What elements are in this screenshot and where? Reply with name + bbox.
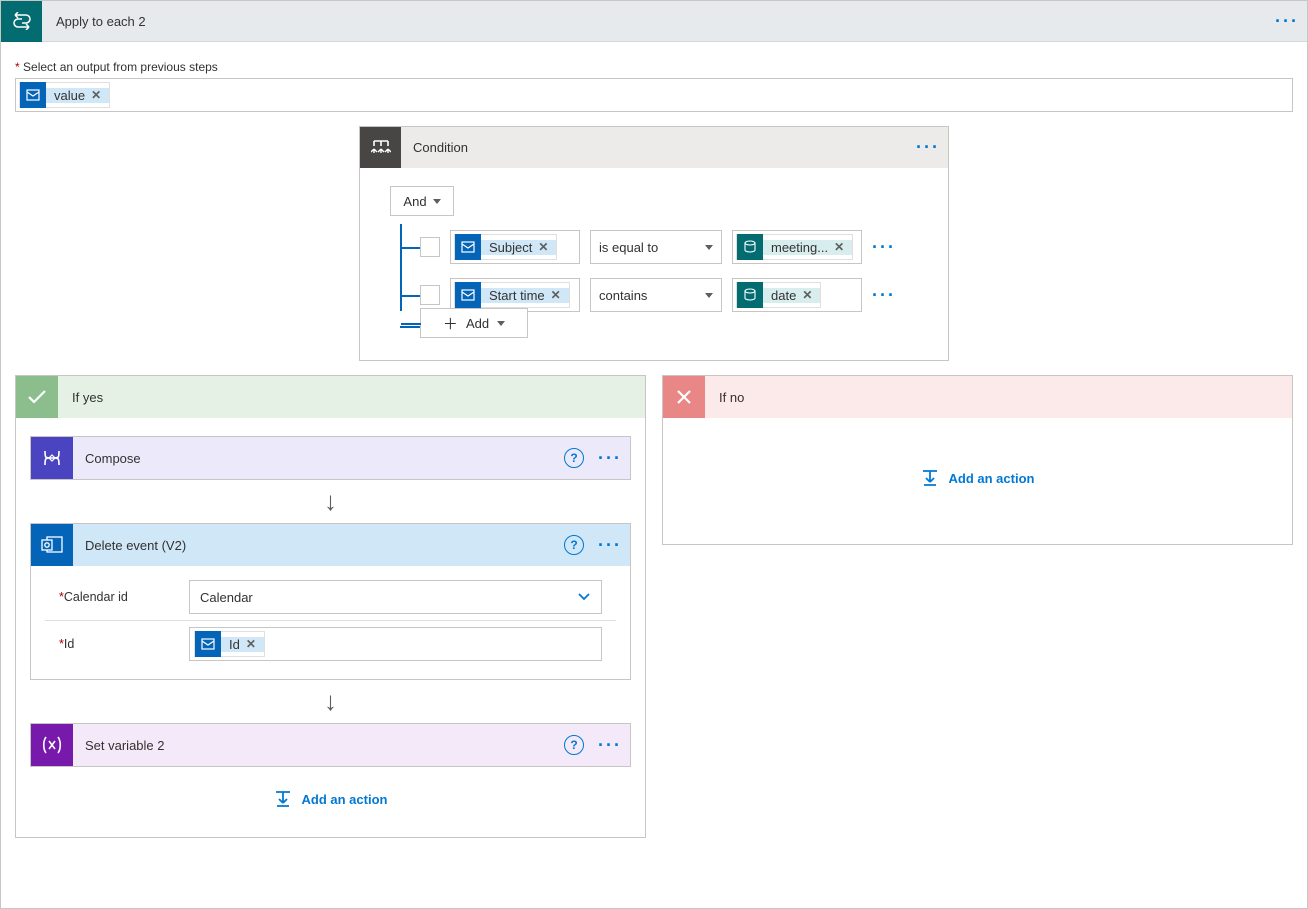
remove-token-icon[interactable]: ✕ [91,88,101,102]
meeting-token[interactable]: meeting...✕ [736,234,853,260]
add-action-icon [921,468,939,488]
outlook-icon [455,234,481,260]
remove-token-icon[interactable]: ✕ [834,240,844,254]
add-action-no-button[interactable]: Add an action [921,468,1035,488]
row-more-button[interactable]: ··· [872,285,896,306]
remove-token-icon[interactable]: ✕ [802,288,812,302]
condition-group-operator[interactable]: And [390,186,454,216]
if-yes-header: If yes [16,376,645,418]
chevron-down-icon [705,245,713,250]
value-token[interactable]: value ✕ [19,82,110,108]
compose-action[interactable]: Compose ? ··· [30,436,631,480]
calendar-id-param: *Calendar id Calendar [45,574,616,620]
condition-tree-line [400,224,402,311]
date-token[interactable]: date✕ [736,282,821,308]
condition-title: Condition [401,140,908,155]
flow-arrow-icon: ↓ [30,480,631,523]
row-left-value[interactable]: Subject✕ [450,230,580,264]
remove-token-icon[interactable]: ✕ [246,637,256,651]
check-icon [16,376,58,418]
chevron-down-icon [577,592,591,602]
apply-to-each-container: Apply to each 2 ··· * Select an output f… [0,0,1308,909]
row-right-value[interactable]: date✕ [732,278,862,312]
row-checkbox[interactable] [420,285,440,305]
help-icon[interactable]: ? [564,535,584,555]
condition-row: Subject✕ is equal to meeting...✕ ··· [420,230,918,264]
remove-token-icon[interactable]: ✕ [538,240,548,254]
outlook-icon [195,631,221,657]
help-icon[interactable]: ? [564,735,584,755]
if-no-header: If no [663,376,1292,418]
chevron-down-icon [433,199,441,204]
chevron-down-icon [705,293,713,298]
id-param: *Id Id✕ [45,620,616,667]
compose-icon [31,437,73,479]
compose-title: Compose [73,451,564,466]
x-icon [663,376,705,418]
calendar-id-select[interactable]: Calendar [189,580,602,614]
delete-event-action: Delete event (V2) ? ··· *Calendar id Cal… [30,523,631,680]
help-icon[interactable]: ? [564,448,584,468]
delete-event-more-button[interactable]: ··· [590,525,630,565]
set-variable-action[interactable]: Set variable 2 ? ··· [30,723,631,767]
if-yes-title: If yes [58,390,103,405]
flow-arrow-icon: ↓ [30,680,631,723]
condition-more-button[interactable]: ··· [908,128,948,168]
add-action-yes-button[interactable]: Add an action [30,767,631,813]
remove-token-icon[interactable]: ✕ [551,288,561,302]
variable-icon [31,724,73,766]
plus-icon: ＋ [443,313,458,334]
condition-add-button[interactable]: ＋ Add [420,308,528,338]
chevron-down-icon [497,321,505,326]
loop-icon [1,1,42,42]
delete-event-header[interactable]: Delete event (V2) ? ··· [31,524,630,566]
row-operator-select[interactable]: is equal to [590,230,722,264]
variable-icon [737,282,763,308]
set-variable-more-button[interactable]: ··· [590,725,630,765]
outlook-icon [20,82,46,108]
condition-row: Start time✕ contains date✕ ··· [420,278,918,312]
row-operator-select[interactable]: contains [590,278,722,312]
id-token[interactable]: Id✕ [194,631,265,657]
start-time-token[interactable]: Start time✕ [454,282,570,308]
apply-to-each-header[interactable]: Apply to each 2 ··· [1,1,1307,42]
row-right-value[interactable]: meeting...✕ [732,230,862,264]
variable-icon [737,234,763,260]
required-asterisk: * [15,60,20,74]
condition-header[interactable]: Condition ··· [360,127,948,168]
subject-token[interactable]: Subject✕ [454,234,557,260]
token-label: value [54,88,85,103]
condition-card: Condition ··· And Subject✕ [359,126,949,361]
set-variable-title: Set variable 2 [73,738,564,753]
if-yes-branch: If yes Compose ? ··· ↓ [15,375,646,838]
condition-branches: If yes Compose ? ··· ↓ [1,375,1307,852]
apply-to-each-body: * Select an output from previous steps v… [1,42,1307,126]
id-input[interactable]: Id✕ [189,627,602,661]
compose-more-button[interactable]: ··· [590,438,630,478]
condition-icon [360,127,401,168]
row-left-value[interactable]: Start time✕ [450,278,580,312]
add-action-icon [274,789,292,809]
select-output-input[interactable]: value ✕ [15,78,1293,112]
row-checkbox[interactable] [420,237,440,257]
if-no-title: If no [705,390,744,405]
select-output-label: * Select an output from previous steps [15,60,1293,74]
apply-to-each-title: Apply to each 2 [42,14,1267,29]
delete-event-title: Delete event (V2) [73,538,564,553]
if-no-branch: If no Add an action [662,375,1293,545]
apply-to-each-more-button[interactable]: ··· [1267,1,1307,41]
row-more-button[interactable]: ··· [872,237,896,258]
outlook-icon [455,282,481,308]
outlook-calendar-icon [31,524,73,566]
